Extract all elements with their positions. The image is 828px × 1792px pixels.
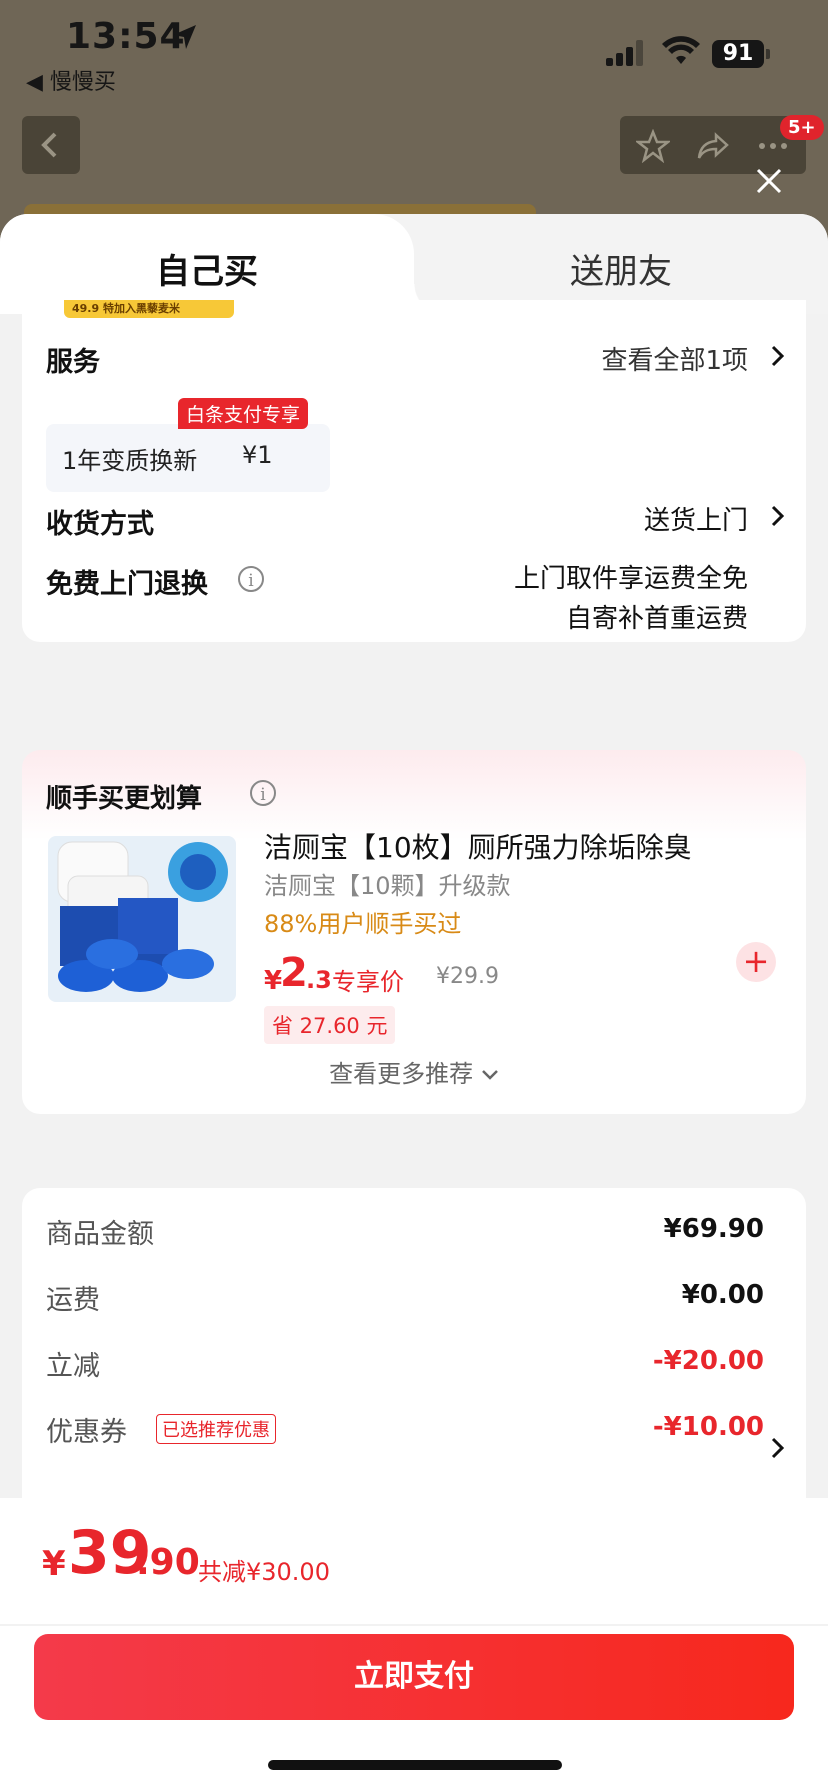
tab-gift-label[interactable]: 送朋友: [570, 244, 672, 293]
more-recommendations-link[interactable]: 查看更多推荐: [22, 1054, 806, 1089]
chevron-right-icon[interactable]: [770, 1436, 786, 1460]
summary-label: 优惠券: [46, 1417, 127, 1448]
more-recommendations-label: 查看更多推荐: [329, 1060, 474, 1088]
summary-row-shipping: 运费 ¥0.00: [46, 1278, 764, 1318]
summary-label: 立减: [46, 1351, 100, 1382]
addon-product-title[interactable]: 洁厕宝【10枚】厕所强力除垢除臭: [264, 826, 692, 866]
addon-price-integer: 2: [280, 950, 308, 996]
addon-price-decimal: .3: [306, 966, 332, 994]
summary-row-subtotal: 商品金额 ¥69.90: [46, 1212, 764, 1252]
coupon-tag: 已选推荐优惠: [156, 1414, 276, 1444]
notification-badge: 5+: [780, 115, 824, 140]
purchase-sheet: 自己买 送朋友 49.9 特加入黑藜麦米 服务 查看全部1项 1年变质换新 ¥1…: [0, 214, 828, 1792]
addon-product-subtitle: 洁厕宝【10颗】升级款: [264, 872, 511, 900]
wifi-icon: [662, 36, 700, 64]
tab-self-buy-label[interactable]: 自己买: [156, 244, 258, 293]
location-arrow-icon: [173, 25, 196, 49]
service-option-price: ¥1: [242, 441, 273, 469]
addon-bought-rate: 88%用户顺手买过: [264, 910, 462, 938]
nav-back-button[interactable]: [22, 116, 80, 174]
service-option-name: 1年变质换新: [62, 447, 198, 475]
summary-label: 运费: [46, 1285, 100, 1316]
share-icon[interactable]: [696, 129, 730, 163]
background-page: 13:54 ◀ 慢慢买 91 5+: [0, 0, 828, 240]
pay-now-button[interactable]: 立即支付: [34, 1634, 794, 1720]
status-time: 13:54: [66, 16, 186, 57]
summary-value: -¥10.00: [652, 1412, 764, 1442]
cellular-signal-icon: [606, 40, 646, 66]
addon-card: 顺手买更划算 i 洁厕宝【10枚】厕所强力除垢除臭 洁厕宝【10颗】升级款 88…: [22, 750, 806, 1114]
chevron-right-icon[interactable]: [770, 344, 786, 368]
summary-label: 商品金额: [46, 1219, 154, 1250]
total-currency: ¥: [42, 1544, 66, 1584]
service-card: 49.9 特加入黑藜麦米 服务 查看全部1项 1年变质换新 ¥1 白条支付专享 …: [22, 300, 806, 642]
product-image[interactable]: [48, 836, 236, 1002]
addon-price-label: 专享价: [332, 968, 404, 996]
info-icon[interactable]: i: [238, 566, 264, 592]
back-to-app-link[interactable]: ◀ 慢慢买: [26, 64, 116, 96]
status-bar: 13:54 ◀ 慢慢买 91: [0, 0, 828, 110]
summary-value: ¥69.90: [663, 1214, 764, 1244]
addon-save-tag: 省 27.60 元: [264, 1006, 396, 1044]
summary-row-coupon[interactable]: 优惠券 已选推荐优惠 -¥10.00: [46, 1410, 764, 1450]
promo-strip-text: 特加入黑藜麦米: [102, 302, 180, 315]
add-addon-button[interactable]: +: [736, 942, 776, 982]
free-return-title: 免费上门退换: [46, 569, 208, 600]
delivery-value[interactable]: 送货上门: [644, 500, 748, 537]
service-option[interactable]: 1年变质换新 ¥1: [46, 424, 330, 492]
chevron-down-icon: [481, 1070, 498, 1080]
home-indicator: [268, 1760, 562, 1770]
chevron-left-icon: [41, 132, 57, 158]
promo-strip-price: 49.9: [72, 302, 100, 315]
service-title: 服务: [46, 347, 100, 378]
price-summary-card: 商品金额 ¥69.90 运费 ¥0.00 立减 -¥20.00 优惠券 已选推荐…: [22, 1188, 806, 1518]
battery-icon: 91: [712, 40, 764, 68]
promo-strip: 49.9 特加入黑藜麦米: [64, 300, 234, 318]
summary-value: ¥0.00: [681, 1280, 764, 1310]
product-image-graphic: [57, 841, 228, 992]
info-icon[interactable]: i: [250, 780, 276, 806]
total-saved: 共减¥30.00: [198, 1558, 330, 1586]
service-view-all[interactable]: 查看全部1项: [601, 340, 748, 377]
divider: [0, 1624, 828, 1626]
star-icon[interactable]: [636, 129, 670, 163]
addon-original-price: ¥29.9: [436, 964, 499, 989]
free-return-line2: 自寄补首重运费: [565, 604, 748, 634]
summary-row-discount: 立减 -¥20.00: [46, 1344, 764, 1384]
summary-value: -¥20.00: [652, 1346, 764, 1376]
addon-title: 顺手买更划算: [46, 784, 203, 814]
close-icon[interactable]: [752, 164, 786, 198]
checkout-bar: ¥ 39 .90 共减¥30.00 立即支付: [0, 1498, 828, 1792]
total-decimal: .90: [136, 1542, 200, 1583]
tab-bar: 自己买 送朋友: [0, 214, 828, 314]
chevron-right-icon[interactable]: [770, 504, 786, 528]
battery-tip: [766, 49, 770, 59]
delivery-title: 收货方式: [46, 509, 154, 540]
service-option-tag: 白条支付专享: [178, 398, 309, 429]
free-return-line1: 上门取件享运费全免: [513, 564, 748, 594]
